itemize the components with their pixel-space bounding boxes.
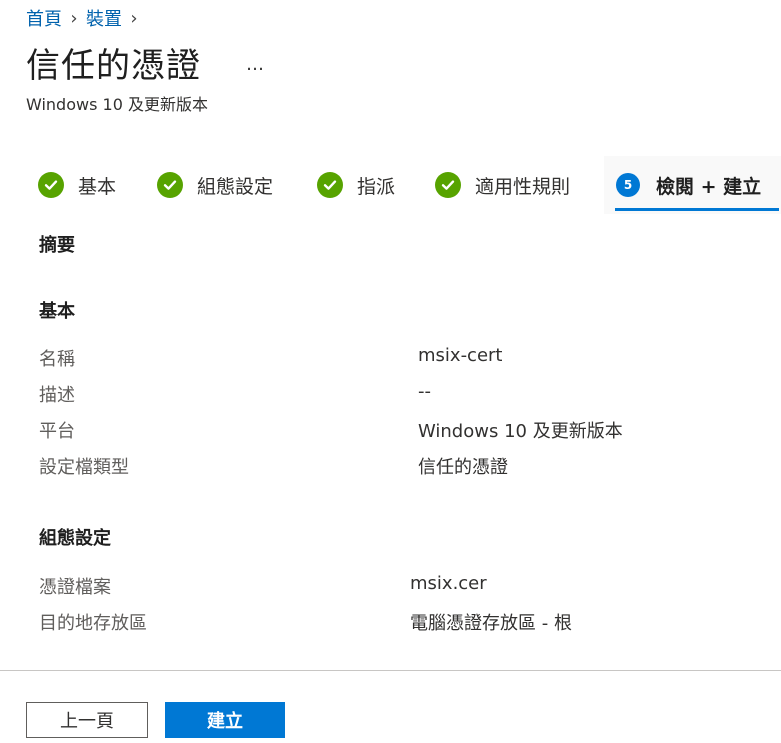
- row-label-platform: 平台: [39, 421, 75, 442]
- tab-configuration-settings[interactable]: 組態設定: [157, 156, 273, 214]
- row-label-certificate-file: 憑證檔案: [39, 577, 111, 598]
- row-value-platform: Windows 10 及更新版本: [418, 421, 623, 442]
- row-label-destination-store: 目的地存放區: [39, 613, 147, 634]
- section-heading-basics: 基本: [39, 301, 75, 322]
- footer-divider: [0, 670, 781, 671]
- page-subtitle: Windows 10 及更新版本: [26, 95, 208, 114]
- tab-applicability-rules[interactable]: 適用性規則: [435, 156, 570, 214]
- breadcrumb-devices-link[interactable]: 裝置: [86, 5, 122, 31]
- tab-label: 適用性規則: [475, 175, 571, 198]
- tab-label: 基本: [78, 175, 117, 198]
- tab-label: 檢閱 + 建立: [656, 175, 762, 198]
- breadcrumb: 首頁 › 裝置 ›: [26, 5, 146, 31]
- step-number-badge: 5: [616, 173, 640, 197]
- page-title: 信任的憑證: [26, 46, 201, 86]
- row-value-profile-type: 信任的憑證: [418, 457, 508, 478]
- section-heading-configuration: 組態設定: [39, 528, 111, 549]
- active-tab-indicator: [615, 208, 779, 211]
- tab-basics[interactable]: 基本: [38, 156, 116, 214]
- tab-assignments[interactable]: 指派: [317, 156, 395, 214]
- row-value-name: msix-cert: [418, 345, 503, 366]
- checkmark-circle-icon: [317, 172, 343, 198]
- row-label-description: 描述: [39, 385, 75, 406]
- checkmark-circle-icon: [157, 172, 183, 198]
- tab-review-create[interactable]: 5 檢閱 + 建立: [604, 156, 781, 214]
- tab-label: 指派: [357, 175, 396, 198]
- previous-button[interactable]: 上一頁: [26, 702, 148, 738]
- summary-heading: 摘要: [39, 235, 75, 256]
- breadcrumb-chevron-icon: ›: [130, 7, 138, 29]
- breadcrumb-home-link[interactable]: 首頁: [26, 5, 62, 31]
- row-value-certificate-file: msix.cer: [410, 573, 487, 594]
- row-value-destination-store: 電腦憑證存放區 - 根: [410, 613, 572, 634]
- row-value-description: --: [418, 381, 431, 402]
- checkmark-circle-icon: [435, 172, 461, 198]
- row-label-profile-type: 設定檔類型: [39, 457, 129, 478]
- row-label-name: 名稱: [39, 349, 75, 370]
- tab-label: 組態設定: [197, 175, 274, 198]
- create-button[interactable]: 建立: [165, 702, 285, 738]
- more-options-button[interactable]: …: [240, 50, 270, 80]
- wizard-tabs: 基本 組態設定 指派 適用性規則 5 檢閱 + 建立: [0, 156, 781, 214]
- breadcrumb-chevron-icon: ›: [70, 7, 78, 29]
- checkmark-circle-icon: [38, 172, 64, 198]
